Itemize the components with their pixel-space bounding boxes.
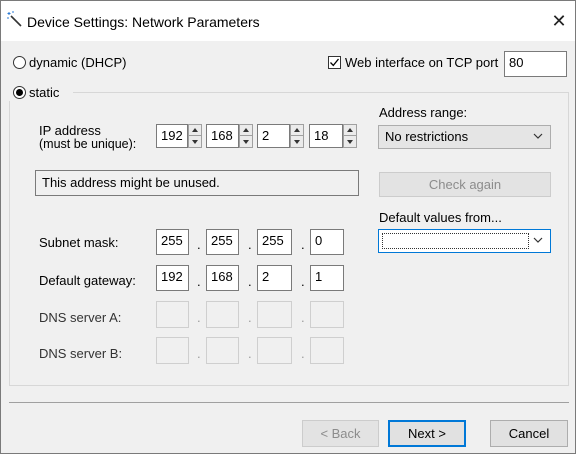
- ip-address-hint: (must be unique):: [39, 137, 137, 151]
- octet-separator: .: [301, 310, 305, 325]
- down-arrow-icon: [243, 140, 249, 144]
- dns-b-octet-3: [257, 337, 292, 364]
- spin-up-button[interactable]: [344, 125, 356, 136]
- static-group-top-border: [73, 92, 569, 93]
- up-arrow-icon: [192, 128, 198, 132]
- dns-a-label: DNS server A:: [39, 310, 122, 325]
- spin-up-button[interactable]: [240, 125, 252, 136]
- ip-octet-2-spinner[interactable]: [239, 124, 253, 148]
- default-values-dropdown[interactable]: [378, 229, 551, 253]
- subnet-octet-1[interactable]: 255: [156, 229, 189, 255]
- octet-separator: .: [248, 274, 252, 289]
- chevron-down-icon: [533, 133, 543, 139]
- dns-b-octet-4: [310, 337, 344, 364]
- up-arrow-icon: [347, 128, 353, 132]
- dhcp-label[interactable]: dynamic (DHCP): [29, 55, 127, 70]
- footer-separator: [9, 402, 569, 403]
- static-radio[interactable]: [13, 86, 26, 99]
- address-status-box: This address might be unused.: [35, 170, 359, 196]
- dns-a-octet-1: [156, 301, 189, 328]
- back-button[interactable]: < Back: [302, 420, 379, 447]
- ip-octet-1-spinner[interactable]: [188, 124, 202, 148]
- dns-b-octet-1: [156, 337, 189, 364]
- dns-a-octet-2: [206, 301, 239, 328]
- ip-octet-3-spinner[interactable]: [290, 124, 304, 148]
- address-range-value: No restrictions: [385, 129, 469, 144]
- static-group-bottom-border: [9, 385, 569, 386]
- default-values-label: Default values from...: [379, 210, 502, 225]
- dns-b-label: DNS server B:: [39, 346, 123, 361]
- dns-b-octet-2: [206, 337, 239, 364]
- up-arrow-icon: [243, 128, 249, 132]
- focus-rectangle: [382, 233, 529, 249]
- octet-separator: .: [197, 237, 201, 252]
- spin-down-button[interactable]: [344, 136, 356, 147]
- ip-octet-3[interactable]: 2: [257, 124, 290, 148]
- static-group-right-border: [568, 92, 569, 386]
- device-settings-window: Device Settings: Network Parameters ✕ dy…: [0, 0, 576, 454]
- ip-octet-2[interactable]: 168: [206, 124, 239, 148]
- subnet-octet-2[interactable]: 255: [206, 229, 239, 255]
- cancel-button[interactable]: Cancel: [490, 420, 568, 447]
- subnet-octet-3[interactable]: 255: [257, 229, 292, 255]
- down-arrow-icon: [347, 140, 353, 144]
- octet-separator: .: [248, 346, 252, 361]
- octet-separator: .: [197, 310, 201, 325]
- tcp-port-field[interactable]: 80: [504, 51, 567, 77]
- spin-up-button[interactable]: [291, 125, 303, 136]
- subnet-octet-4[interactable]: 0: [310, 229, 344, 255]
- gateway-octet-3[interactable]: 2: [257, 265, 292, 291]
- ip-address-label: IP address: [39, 123, 101, 138]
- web-interface-label[interactable]: Web interface on TCP port: [345, 55, 498, 70]
- magic-wand-icon: [7, 11, 23, 27]
- spin-up-button[interactable]: [189, 125, 201, 136]
- dns-a-octet-3: [257, 301, 292, 328]
- octet-separator: .: [301, 346, 305, 361]
- subnet-mask-label: Subnet mask:: [39, 235, 119, 250]
- down-arrow-icon: [294, 140, 300, 144]
- static-group-left-border: [9, 101, 10, 386]
- spin-down-button[interactable]: [291, 136, 303, 147]
- address-range-dropdown[interactable]: No restrictions: [378, 125, 551, 149]
- up-arrow-icon: [294, 128, 300, 132]
- address-range-label: Address range:: [379, 105, 468, 120]
- title-bar: Device Settings: Network Parameters ✕: [1, 1, 575, 41]
- octet-separator: .: [301, 274, 305, 289]
- spin-down-button[interactable]: [189, 136, 201, 147]
- default-gateway-label: Default gateway:: [39, 273, 136, 288]
- static-label[interactable]: static: [29, 85, 59, 100]
- spin-down-button[interactable]: [240, 136, 252, 147]
- window-title: Device Settings: Network Parameters: [27, 14, 260, 30]
- octet-separator: .: [248, 237, 252, 252]
- ip-octet-1[interactable]: 192: [156, 124, 188, 148]
- octet-separator: .: [248, 310, 252, 325]
- down-arrow-icon: [192, 140, 198, 144]
- gateway-octet-2[interactable]: 168: [206, 265, 239, 291]
- octet-separator: .: [197, 274, 201, 289]
- next-button[interactable]: Next >: [388, 420, 466, 447]
- ip-octet-4-spinner[interactable]: [343, 124, 357, 148]
- dns-a-octet-4: [310, 301, 344, 328]
- close-button[interactable]: ✕: [547, 9, 571, 33]
- octet-separator: .: [197, 346, 201, 361]
- gateway-octet-1[interactable]: 192: [156, 265, 189, 291]
- chevron-down-icon: [533, 237, 543, 243]
- dhcp-radio[interactable]: [13, 56, 26, 69]
- web-interface-checkbox[interactable]: [328, 56, 341, 69]
- check-again-button[interactable]: Check again: [379, 172, 551, 197]
- ip-octet-4[interactable]: 18: [309, 124, 343, 148]
- check-icon: [330, 58, 340, 67]
- octet-separator: .: [301, 237, 305, 252]
- gateway-octet-4[interactable]: 1: [310, 265, 344, 291]
